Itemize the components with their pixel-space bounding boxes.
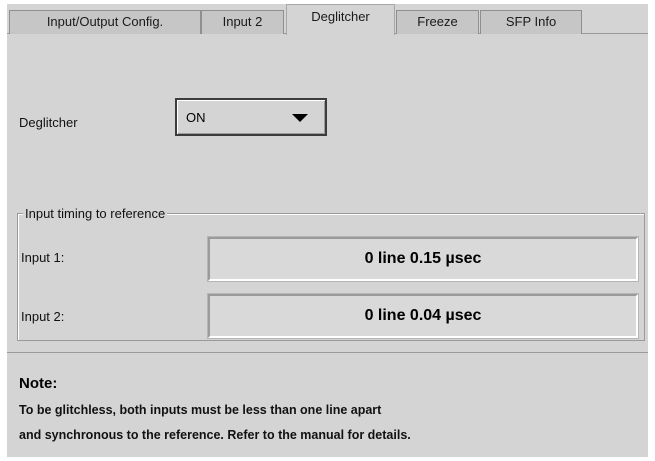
chevron-down-icon	[292, 114, 308, 122]
tab-freeze[interactable]: Freeze	[396, 10, 479, 34]
tab-deglitcher[interactable]: Deglitcher	[286, 4, 395, 35]
tab-sfp-info[interactable]: SFP Info	[480, 10, 582, 34]
input-2-label: Input 2:	[21, 309, 65, 324]
deglitcher-select-value: ON	[186, 110, 206, 125]
note-line-1: To be glitchless, both inputs must be le…	[19, 403, 382, 417]
note-title: Note:	[19, 375, 58, 392]
deglitcher-label: Deglitcher	[19, 115, 78, 130]
input-1-label: Input 1:	[21, 250, 65, 265]
input-timing-group-title: Input timing to reference	[23, 206, 168, 221]
tab-input-output-config[interactable]: Input/Output Config.	[9, 10, 201, 34]
tab-bar: Input/Output Config. Input 2 Deglitcher …	[7, 4, 648, 35]
input-1-timing-readout: 0 line 0.15 µsec	[207, 236, 639, 282]
tab-input-2[interactable]: Input 2	[201, 10, 284, 34]
note-line-2: and synchronous to the reference. Refer …	[19, 428, 411, 442]
deglitcher-select[interactable]: ON	[175, 98, 327, 136]
deglitcher-panel: Input/Output Config. Input 2 Deglitcher …	[7, 4, 648, 457]
section-divider	[7, 352, 648, 353]
input-2-timing-readout: 0 line 0.04 µsec	[207, 293, 639, 339]
